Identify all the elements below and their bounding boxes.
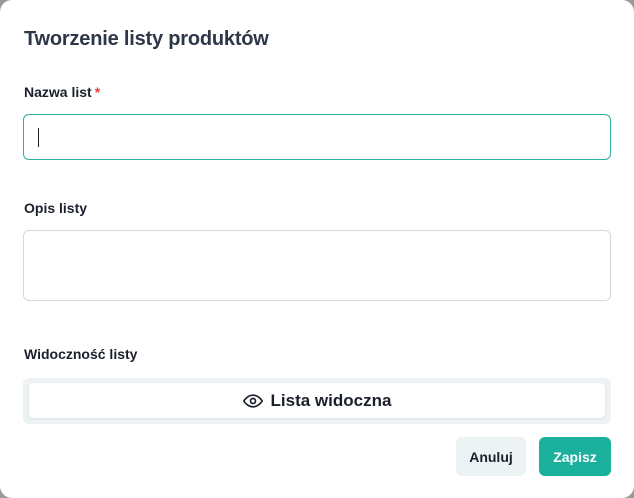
list-visibility-label: Widoczność listy [24, 346, 138, 362]
create-product-list-dialog: Tworzenie listy produktów Nazwa list * Op… [0, 0, 634, 498]
list-name-input[interactable] [23, 114, 611, 160]
save-button[interactable]: Zapisz [539, 437, 611, 476]
visibility-toggle-group: Lista widoczna [23, 378, 611, 424]
list-name-label: Nazwa list * [24, 84, 100, 100]
list-name-label-text: Nazwa list [24, 84, 92, 100]
eye-icon [242, 391, 263, 411]
cancel-button[interactable]: Anuluj [456, 437, 526, 476]
text-caret [38, 128, 39, 147]
required-asterisk: * [94, 84, 101, 100]
visibility-visible-option[interactable]: Lista widoczna [29, 383, 605, 418]
dialog-title: Tworzenie listy produktów [24, 28, 269, 50]
list-description-label: Opis listy [24, 200, 88, 216]
list-description-textarea[interactable] [23, 230, 611, 301]
visibility-option-label: Lista widoczna [270, 390, 392, 410]
